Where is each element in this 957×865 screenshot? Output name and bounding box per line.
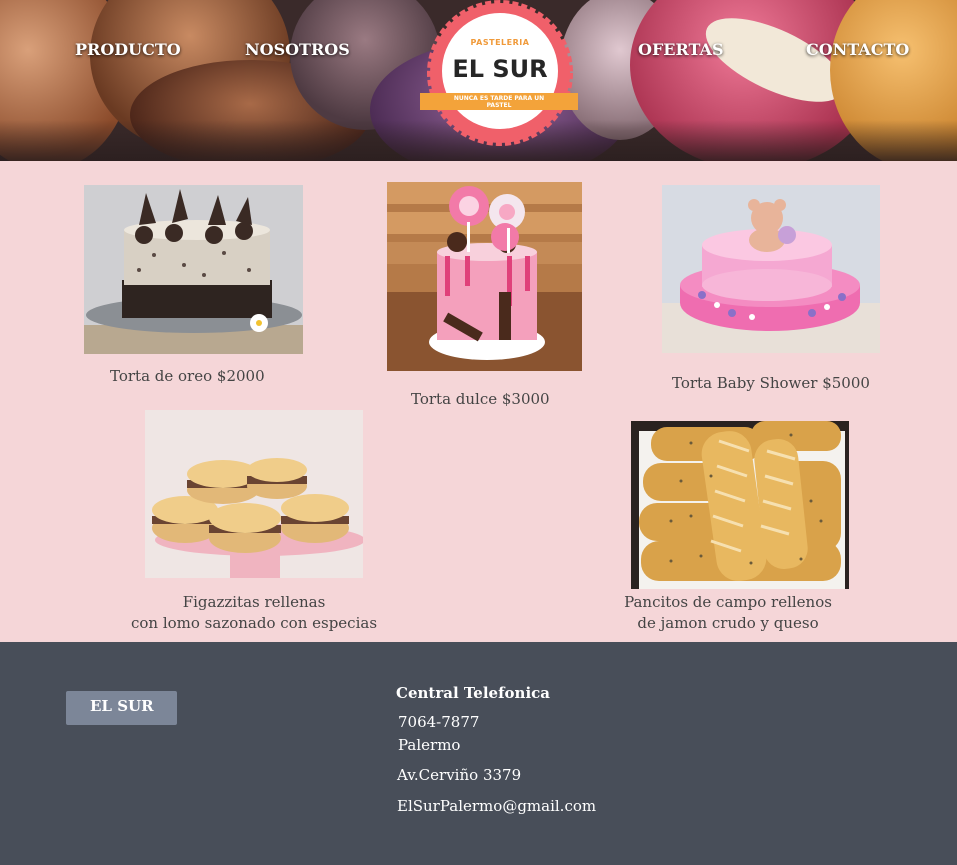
figazzitas-caption-line2: con lomo sazonado con especias [130, 614, 378, 632]
figazzitas-image[interactable] [145, 410, 363, 578]
bakery-logo[interactable]: PASTELERIA EL SUR NUNCA ES TARDE PARA UN… [420, 0, 580, 146]
pancitos-image[interactable] [631, 421, 849, 589]
address-text: Av.Cerviño 3379 [397, 766, 522, 784]
product-caption-sweet: Torta dulce $3000 [411, 390, 550, 408]
phone-heading: Central Telefonica [396, 684, 550, 702]
nav-nosotros[interactable]: NOSOTROS [245, 40, 350, 59]
logo-tagline-line1: NUNCA ES TARDE PARA UN [453, 95, 545, 102]
pancitos-caption-line2: de jamon crudo y queso [637, 614, 819, 632]
sweet-cake-image[interactable] [387, 182, 582, 371]
logo-tagline-line2: PASTEL [486, 102, 512, 109]
nav-producto[interactable]: PRODUCTO [75, 40, 181, 59]
logo-subtitle: PASTELERIA [470, 38, 530, 47]
logo-ribbon: NUNCA ES TARDE PARA UN PASTEL [420, 93, 578, 110]
product-caption-baby-shower: Torta Baby Shower $5000 [672, 374, 870, 392]
footer: EL SUR Central Telefonica 7064-7877 Pale… [0, 642, 957, 865]
pancitos-caption-line1: Pancitos de campo rellenos [624, 593, 832, 611]
footer-brand-button[interactable]: EL SUR [66, 691, 177, 725]
nav-ofertas[interactable]: OFERTAS [638, 40, 724, 59]
logo-title: EL SUR [452, 55, 548, 83]
city-text: Palermo [398, 736, 461, 754]
figazzitas-caption-line1: Figazzitas rellenas [182, 593, 326, 611]
email-link[interactable]: ElSurPalermo@gmail.com [397, 797, 596, 815]
baby-shower-cake-image[interactable] [662, 185, 880, 353]
oreo-cake-image[interactable] [84, 185, 303, 354]
phone-number[interactable]: 7064-7877 [398, 713, 479, 731]
nav-contacto[interactable]: CONTACTO [806, 40, 909, 59]
hero-header: PRODUCTO NOSOTROS OFERTAS CONTACTO PASTE… [0, 0, 957, 161]
product-caption-oreo: Torta de oreo $2000 [110, 367, 265, 385]
